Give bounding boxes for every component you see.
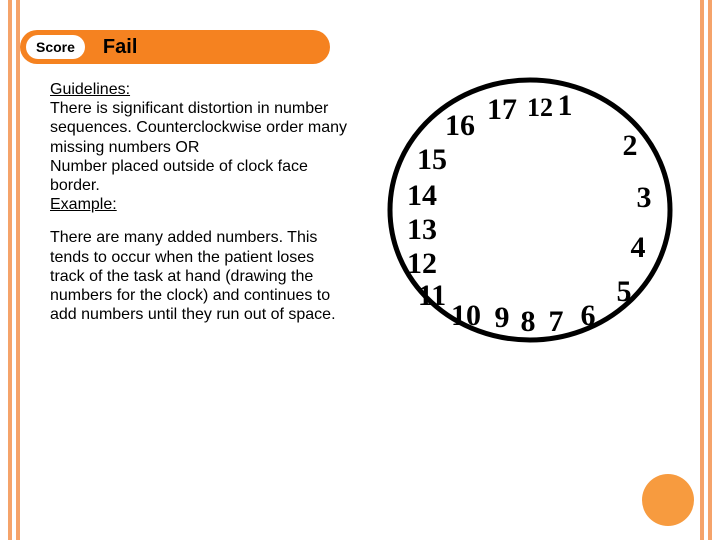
content-block: Guidelines: There is significant distort… — [50, 80, 350, 338]
clock-number: 4 — [631, 231, 646, 264]
clock-number: 8 — [521, 305, 536, 338]
clock-number: 14 — [407, 179, 437, 212]
example-label: Example: — [50, 196, 117, 213]
decor-stripe — [8, 0, 12, 540]
clock-number: 2 — [623, 129, 638, 162]
score-result: Fail — [103, 36, 137, 59]
example-paragraph: There are many added numbers. This tends… — [50, 228, 350, 324]
clock-number: 6 — [581, 299, 596, 332]
guidelines-heading: Guidelines: — [50, 81, 130, 98]
clock-number: 13 — [407, 213, 437, 246]
clock-number: 1 — [558, 89, 573, 122]
clock-number: 11 — [418, 279, 446, 312]
score-label: Score — [26, 35, 85, 59]
decor-bubble — [642, 474, 694, 526]
clock-number: 7 — [549, 305, 564, 338]
clock-number: 16 — [445, 109, 475, 142]
clock-drawing: 1 2 3 4 5 6 7 8 9 10 11 12 13 14 15 16 1… — [380, 70, 680, 350]
clock-number: 12 — [407, 247, 437, 280]
clock-number: 17 — [487, 93, 517, 126]
clock-number: 5 — [617, 275, 632, 308]
decor-stripe — [16, 0, 20, 540]
clock-number: 15 — [417, 143, 447, 176]
clock-number-redundant: 12 — [527, 93, 553, 122]
clock-number: 3 — [637, 181, 652, 214]
decor-stripe — [700, 0, 704, 540]
score-bar: Score Fail — [20, 30, 330, 64]
clock-number: 10 — [451, 299, 481, 332]
guidelines-body: There is significant distortion in numbe… — [50, 100, 347, 155]
decor-stripe — [708, 0, 712, 540]
guidelines-body2: Number placed outside of clock face bord… — [50, 158, 308, 194]
clock-number: 9 — [495, 301, 510, 334]
